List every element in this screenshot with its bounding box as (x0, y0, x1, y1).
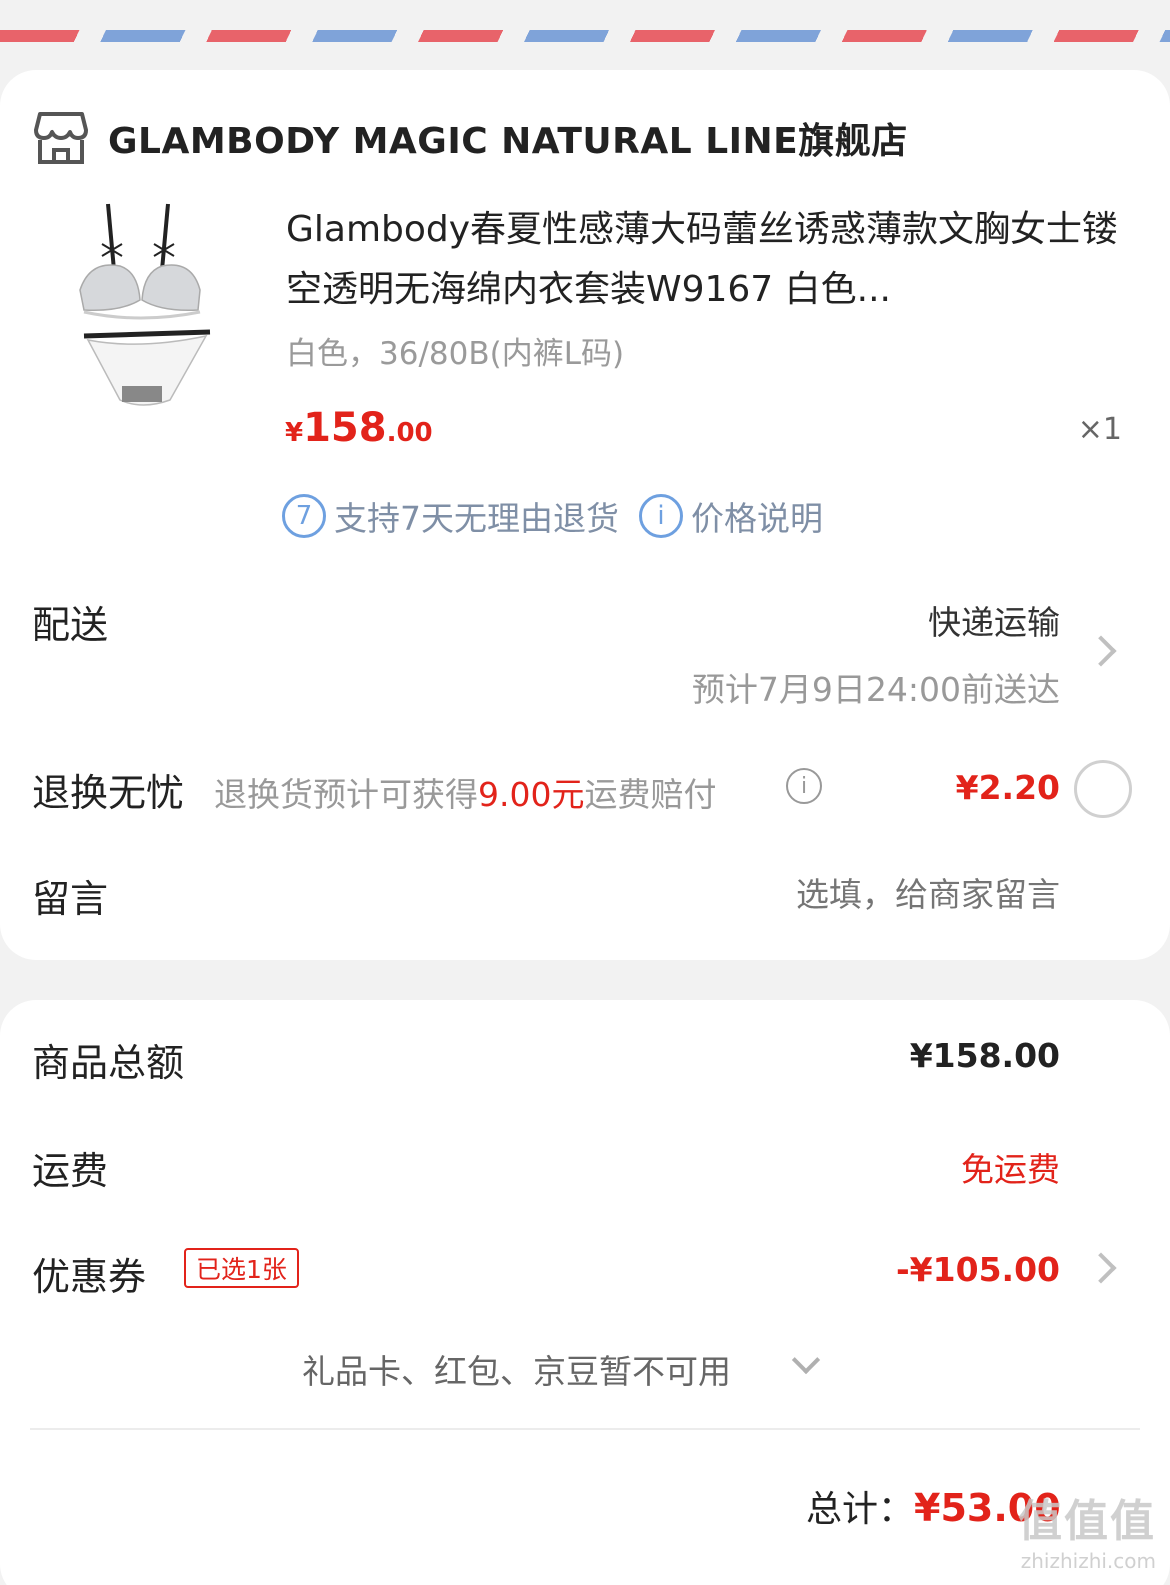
order-card: GLAMBODY MAGIC NATURAL LINE旗舰店 Glambody春… (0, 70, 1170, 960)
delivery-label: 配送 (32, 603, 109, 647)
store-icon (34, 112, 88, 164)
coupon-value[interactable]: -¥105.00 (896, 1250, 1060, 1289)
freight-label: 运费 (32, 1149, 109, 1193)
info-icon: i (639, 494, 683, 538)
info-icon[interactable]: i (786, 768, 822, 804)
product-price: ¥158.00 (285, 405, 433, 451)
store-name: GLAMBODY MAGIC NATURAL LINE旗舰店 (108, 121, 908, 162)
product-title[interactable]: Glambody春夏性感薄大码蕾丝诱惑薄款文胸女士镂空透明无海绵内衣套装W916… (286, 200, 1126, 320)
delivery-eta[interactable]: 预计7月9日24:00前送达 (692, 663, 1060, 711)
airmail-border (0, 0, 1170, 44)
return-insurance-label: 退换无忧 (32, 771, 185, 815)
goods-total-label: 商品总额 (32, 1041, 185, 1085)
service-tags: 7 支持7天无理由退货 i 价格说明 (282, 492, 823, 540)
price-explanation-link[interactable]: 价格说明 (691, 492, 823, 540)
return-insurance-radio[interactable] (1074, 760, 1132, 818)
seven-day-return-icon: 7 (282, 494, 326, 538)
chevron-right-icon[interactable] (1085, 635, 1117, 667)
seven-day-return-label[interactable]: 支持7天无理由退货 (334, 492, 619, 540)
product-image[interactable] (70, 200, 220, 420)
freight-value: 免运费 (961, 1150, 1060, 1189)
coupon-label: 优惠券 (32, 1255, 147, 1299)
message-input[interactable] (660, 875, 1060, 914)
product-quantity: ×1 (1077, 412, 1122, 447)
delivery-method[interactable]: 快递运输 (928, 596, 1060, 644)
unavailable-payment-note[interactable]: 礼品卡、红包、京豆暂不可用 (302, 1345, 731, 1393)
store-header[interactable]: GLAMBODY MAGIC NATURAL LINE旗舰店 (34, 106, 908, 170)
product-spec[interactable]: 白色，36/80B(内裤L码) (286, 328, 624, 373)
coupon-selected-badge: 已选1张 (184, 1248, 299, 1288)
goods-total-value: ¥158.00 (909, 1036, 1060, 1075)
divider (30, 1428, 1140, 1430)
return-insurance-desc: 退换货预计可获得9.00元运费赔付 (214, 775, 717, 814)
message-label: 留言 (32, 877, 109, 921)
return-insurance-price: ¥2.20 (955, 768, 1060, 807)
watermark: 值值值 zhizhizhi.com (1018, 1496, 1156, 1573)
